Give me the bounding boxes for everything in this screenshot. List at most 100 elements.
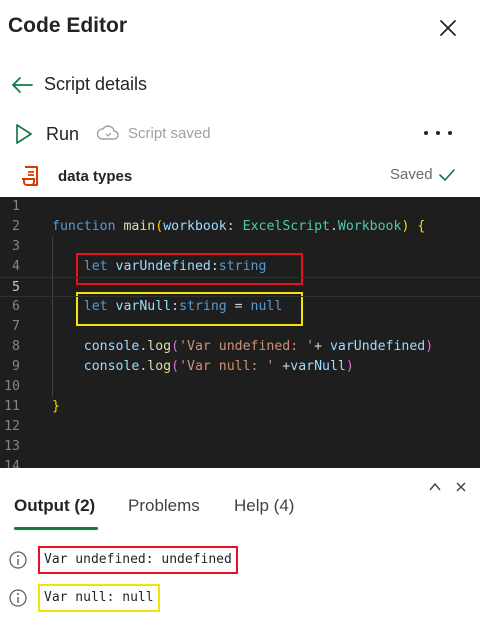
- script-details-label[interactable]: Script details: [44, 74, 147, 95]
- script-details-nav: Script details: [0, 68, 480, 102]
- code-token: log: [147, 339, 172, 354]
- code-line[interactable]: 5: [0, 277, 480, 297]
- code-token: let: [83, 299, 108, 314]
- code-editor[interactable]: 1 2 function main(workbook: ExcelScript.Wo…: [0, 197, 480, 468]
- code-token: 'Var null: ': [179, 359, 275, 374]
- code-text: console.log('Var null: ' +varNull): [52, 359, 354, 374]
- line-number: 12: [4, 419, 20, 434]
- script-file-icon: [22, 166, 38, 186]
- code-line[interactable]: 11}: [0, 397, 480, 417]
- more-icon[interactable]: [424, 122, 452, 144]
- code-text: let varUndefined:string: [52, 259, 267, 274]
- output-message: Var undefined: undefined: [0, 542, 480, 576]
- line-number: 10: [4, 379, 20, 394]
- code-token: workbook: [163, 219, 227, 234]
- code-token: (: [155, 219, 164, 234]
- line-number: 7: [12, 319, 20, 334]
- code-token: log: [147, 359, 172, 374]
- line-number: 2: [12, 219, 20, 234]
- save-state-label: Saved: [390, 166, 433, 183]
- code-line[interactable]: 9 console.log('Var null: ' +varNull): [0, 357, 480, 377]
- run-label: Run: [46, 123, 80, 144]
- code-token: =: [226, 299, 251, 314]
- page-title: Code Editor: [8, 14, 127, 37]
- code-token: Workbook: [337, 219, 402, 234]
- close-icon[interactable]: [454, 480, 468, 494]
- code-line[interactable]: 7: [0, 317, 480, 337]
- code-token: .: [329, 219, 338, 234]
- code-line[interactable]: 2 function main(workbook: ExcelScript.Wor…: [0, 217, 480, 237]
- line-number: 9: [12, 359, 20, 374]
- code-token: (: [171, 339, 180, 354]
- code-token: ): [425, 339, 434, 354]
- file-info: data types Saved: [0, 160, 480, 192]
- line-number: 4: [12, 259, 20, 274]
- code-token: null: [250, 299, 283, 314]
- line-number: 3: [12, 239, 20, 254]
- code-token: ): [345, 359, 354, 374]
- code-token: console: [83, 339, 140, 354]
- info-icon: [9, 589, 27, 607]
- line-number: 14: [4, 459, 20, 468]
- code-line[interactable]: 3: [0, 237, 480, 257]
- code-token: string: [218, 259, 267, 274]
- code-token: }: [52, 399, 60, 414]
- output-message-text: Var undefined: undefined: [38, 546, 238, 574]
- output-message: Var null: null: [0, 580, 480, 614]
- code-token: varUndefined: [115, 259, 211, 274]
- script-save-status-label: Script saved: [128, 124, 211, 142]
- script-save-status: Script saved: [96, 124, 211, 142]
- code-token: 'Var undefined: ': [179, 339, 315, 354]
- code-line[interactable]: 1: [0, 197, 480, 217]
- tab-help[interactable]: Help (4): [234, 496, 294, 516]
- code-line[interactable]: 14: [0, 457, 480, 468]
- tab-problems[interactable]: Problems: [128, 496, 200, 516]
- code-token: varUndefined: [329, 339, 426, 354]
- info-icon: [9, 551, 27, 569]
- back-arrow-icon[interactable]: [10, 74, 34, 96]
- output-panel: Output (2) Problems Help (4) Var undefin…: [0, 468, 480, 622]
- chevron-up-icon[interactable]: [428, 480, 442, 494]
- run-button[interactable]: Run: [14, 120, 79, 148]
- code-token: :: [226, 219, 243, 234]
- code-line[interactable]: 4 let varUndefined:string: [0, 257, 480, 277]
- active-tab-indicator: [14, 527, 98, 530]
- code-token: main: [123, 219, 156, 234]
- code-token: (: [171, 359, 180, 374]
- code-token: string: [179, 299, 227, 314]
- code-token: {: [417, 219, 426, 234]
- close-icon[interactable]: [436, 16, 460, 40]
- code-token: :: [210, 259, 219, 274]
- code-text: function main(workbook: ExcelScript.Work…: [52, 219, 425, 234]
- code-token: let: [83, 259, 108, 274]
- code-token: ExcelScript: [242, 219, 330, 234]
- script-toolbar: Run Script saved: [0, 116, 480, 150]
- cloud-sync-icon: [96, 125, 119, 140]
- code-line[interactable]: 10: [0, 377, 480, 397]
- code-token: +: [274, 359, 291, 374]
- code-line[interactable]: 13: [0, 437, 480, 457]
- code-line[interactable]: 12: [0, 417, 480, 437]
- line-number: 8: [12, 339, 20, 354]
- line-number: 11: [4, 399, 20, 414]
- code-text: let varNull:string = null: [52, 299, 283, 314]
- code-token: +: [314, 339, 330, 354]
- checkmark-icon: [439, 169, 455, 181]
- code-token: varNull: [115, 299, 172, 314]
- code-token: function: [52, 219, 116, 234]
- code-token: varNull: [290, 359, 346, 374]
- line-number: 13: [4, 439, 20, 454]
- code-line[interactable]: 8 console.log('Var undefined: '+ varUnde…: [0, 337, 480, 357]
- line-number: 1: [12, 199, 20, 214]
- code-line[interactable]: 6 let varNull:string = null: [0, 297, 480, 317]
- tab-output[interactable]: Output (2): [14, 496, 95, 516]
- code-token: console: [83, 359, 140, 374]
- play-icon: [16, 124, 32, 144]
- file-name[interactable]: data types: [58, 168, 132, 185]
- header: Code Editor: [0, 0, 480, 56]
